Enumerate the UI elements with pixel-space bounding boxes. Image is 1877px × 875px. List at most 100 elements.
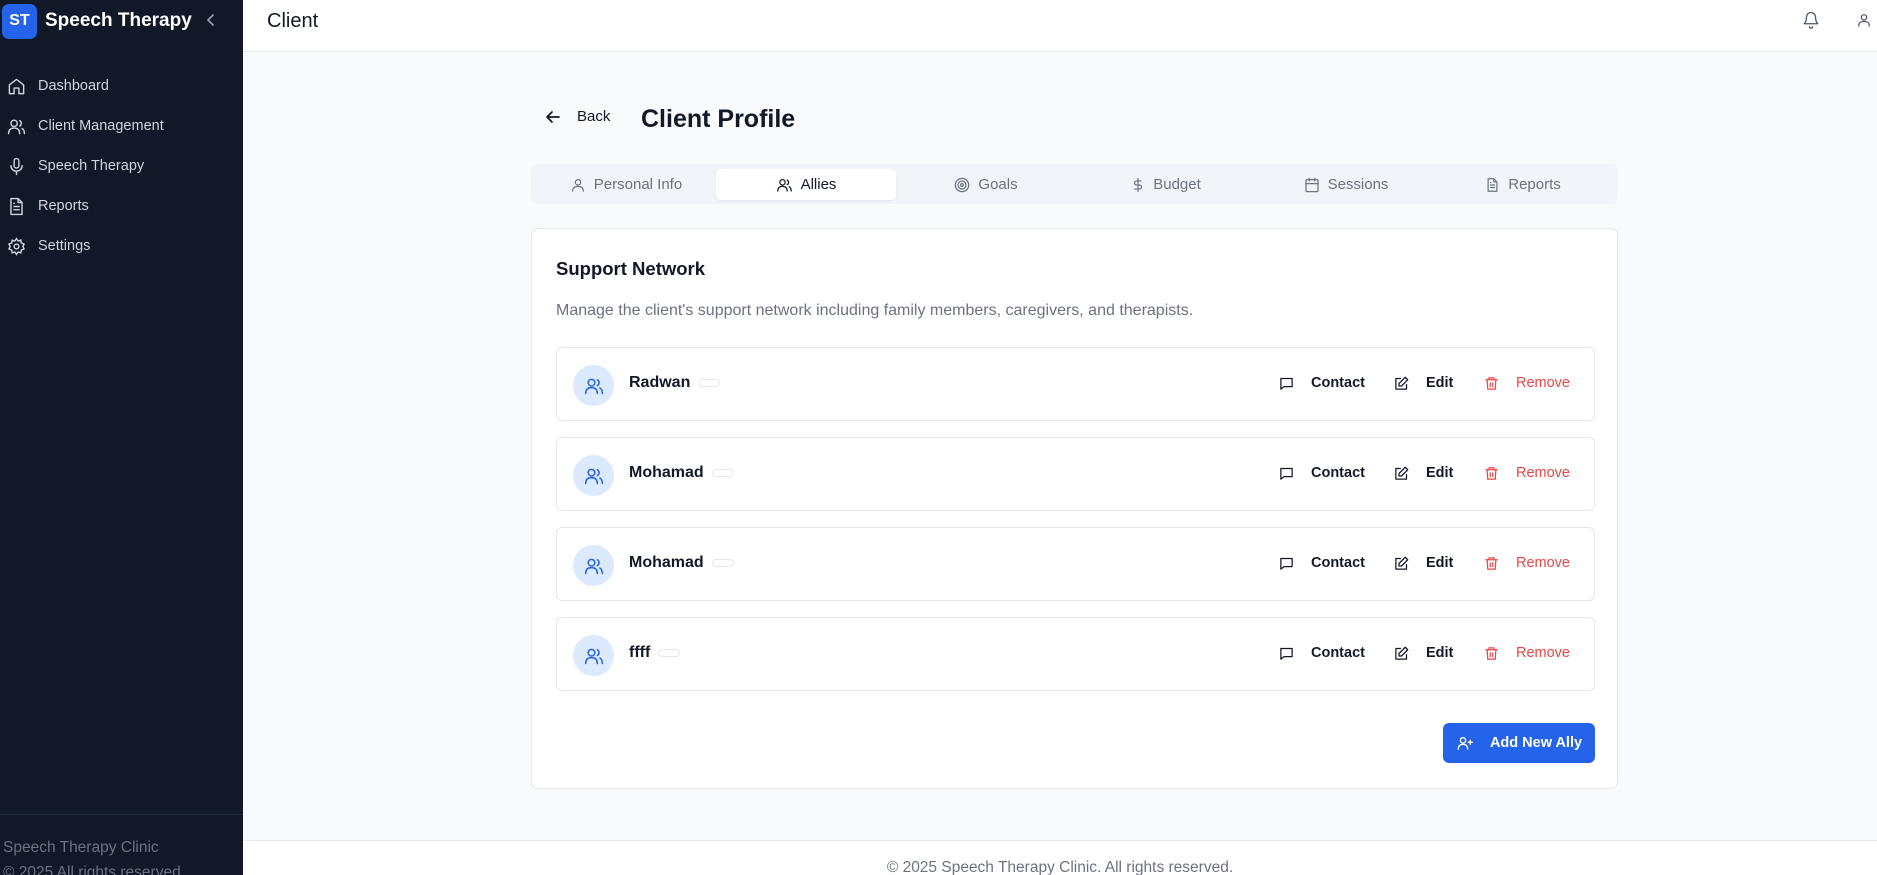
brand-logo: ST [2, 3, 37, 39]
ally-avatar [573, 365, 614, 406]
ally-name-row: ffff [629, 644, 681, 662]
tab-reports[interactable]: Reports [1433, 169, 1613, 200]
users-icon [584, 468, 603, 484]
user-plus-icon [1457, 737, 1473, 750]
dollar-icon [1134, 177, 1143, 192]
ally-item: Mohamad Contact Edit Remove [556, 437, 1595, 511]
tab-label: Goals [978, 176, 1018, 193]
ally-avatar [573, 545, 614, 586]
sidebar-item-reports[interactable]: Reports [0, 186, 243, 226]
edit-icon [1395, 466, 1409, 480]
user-icon [1858, 14, 1870, 27]
contact-label: Contact [1311, 465, 1365, 481]
ally-avatar [573, 455, 614, 496]
ally-name: Radwan [629, 374, 691, 391]
ally-item: Radwan Contact Edit Remove [556, 347, 1595, 421]
remove-button[interactable]: Remove [1484, 645, 1570, 661]
sidebar-footer-clinic: Speech Therapy Clinic [3, 839, 159, 856]
message-square-icon [1280, 467, 1293, 480]
sidebar-footer-copyright: © 2025 All rights reserved [3, 864, 181, 875]
chevron-left-icon [206, 14, 214, 26]
arrow-left-icon [546, 110, 560, 123]
support-network-card: Support Network Manage the client's supp… [531, 228, 1618, 789]
sidebar-item-label: Reports [38, 198, 89, 214]
sidebar-item-label: Speech Therapy [38, 158, 145, 174]
ally-name-row: Mohamad [629, 554, 734, 572]
edit-label: Edit [1426, 645, 1454, 661]
page-title: Client Profile [641, 105, 796, 133]
bell-icon [1803, 11, 1819, 29]
ally-item: ffff Contact Edit Remove [556, 617, 1595, 691]
tab-personal-info[interactable]: Personal Info [536, 169, 716, 200]
ally-name: ffff [629, 644, 651, 661]
sidebar-nav: Dashboard Client Management Speech Thera… [0, 66, 243, 266]
sidebar-item-label: Settings [38, 238, 91, 254]
message-square-icon [1280, 647, 1293, 660]
edit-button[interactable]: Edit [1394, 465, 1453, 481]
gear-icon [0, 236, 38, 256]
user-menu-button[interactable] [1856, 11, 1872, 34]
add-new-ally-button[interactable]: Add New Ally [1443, 723, 1595, 763]
ally-name: Mohamad [629, 464, 704, 481]
users-icon [584, 648, 603, 664]
users-icon [584, 558, 603, 574]
sidebar-footer: Speech Therapy Clinic © 2025 All rights … [0, 814, 243, 875]
edit-label: Edit [1426, 375, 1454, 391]
contact-label: Contact [1311, 645, 1365, 661]
ally-name-row: Radwan [629, 374, 721, 392]
edit-label: Edit [1426, 555, 1454, 571]
ally-role-badge [698, 378, 721, 387]
tab-label: Budget [1153, 176, 1201, 193]
tab-label: Sessions [1327, 176, 1389, 193]
contact-button[interactable]: Contact [1279, 465, 1365, 481]
remove-label: Remove [1516, 645, 1570, 661]
notifications-button[interactable] [1802, 10, 1820, 35]
sidebar-item-speech-therapy[interactable]: Speech Therapy [0, 146, 243, 186]
remove-button[interactable]: Remove [1484, 555, 1570, 571]
edit-button[interactable]: Edit [1394, 375, 1453, 391]
sidebar-item-dashboard[interactable]: Dashboard [0, 66, 243, 106]
edit-label: Edit [1426, 465, 1454, 481]
ally-item: Mohamad Contact Edit Remove [556, 527, 1595, 601]
remove-button[interactable]: Remove [1484, 465, 1570, 481]
back-button[interactable]: Back [545, 108, 610, 125]
contact-button[interactable]: Contact [1279, 555, 1365, 571]
message-square-icon [1280, 557, 1293, 570]
file-text-icon [1487, 177, 1498, 192]
tab-allies[interactable]: Allies [716, 169, 896, 200]
edit-icon [1395, 376, 1409, 390]
tab-goals[interactable]: Goals [896, 169, 1076, 200]
add-new-ally-label: Add New Ally [1489, 735, 1583, 751]
trash-icon [1485, 646, 1498, 660]
edit-icon [1395, 556, 1409, 570]
edit-button[interactable]: Edit [1394, 555, 1453, 571]
contact-button[interactable]: Contact [1279, 645, 1365, 661]
page-footer: © 2025 Speech Therapy Clinic. All rights… [243, 840, 1877, 875]
sidebar-item-settings[interactable]: Settings [0, 226, 243, 266]
remove-button[interactable]: Remove [1484, 375, 1570, 391]
sidebar-item-label: Dashboard [38, 78, 109, 94]
contact-button[interactable]: Contact [1279, 375, 1365, 391]
ally-role-badge [658, 648, 681, 657]
users-icon [584, 378, 603, 394]
edit-button[interactable]: Edit [1394, 645, 1453, 661]
edit-icon [1395, 646, 1409, 660]
tab-label: Allies [800, 176, 837, 193]
top-header: Client [243, 0, 1877, 52]
tab-budget[interactable]: Budget [1076, 169, 1256, 200]
sidebar-item-client-management[interactable]: Client Management [0, 106, 243, 146]
ally-name: Mohamad [629, 554, 704, 571]
tab-sessions[interactable]: Sessions [1256, 169, 1436, 200]
remove-label: Remove [1516, 375, 1570, 391]
contact-label: Contact [1311, 375, 1365, 391]
collapse-sidebar-button[interactable] [203, 11, 219, 29]
contact-label: Contact [1311, 555, 1365, 571]
calendar-icon [1304, 177, 1319, 192]
target-icon [955, 177, 970, 192]
microphone-icon [0, 157, 38, 176]
users-icon [0, 117, 38, 136]
ally-role-badge [711, 468, 734, 477]
sidebar: ST Speech Therapy Dashboard Client Manag… [0, 0, 243, 875]
card-description: Manage the client's support network incl… [556, 302, 1194, 319]
remove-label: Remove [1516, 465, 1570, 481]
